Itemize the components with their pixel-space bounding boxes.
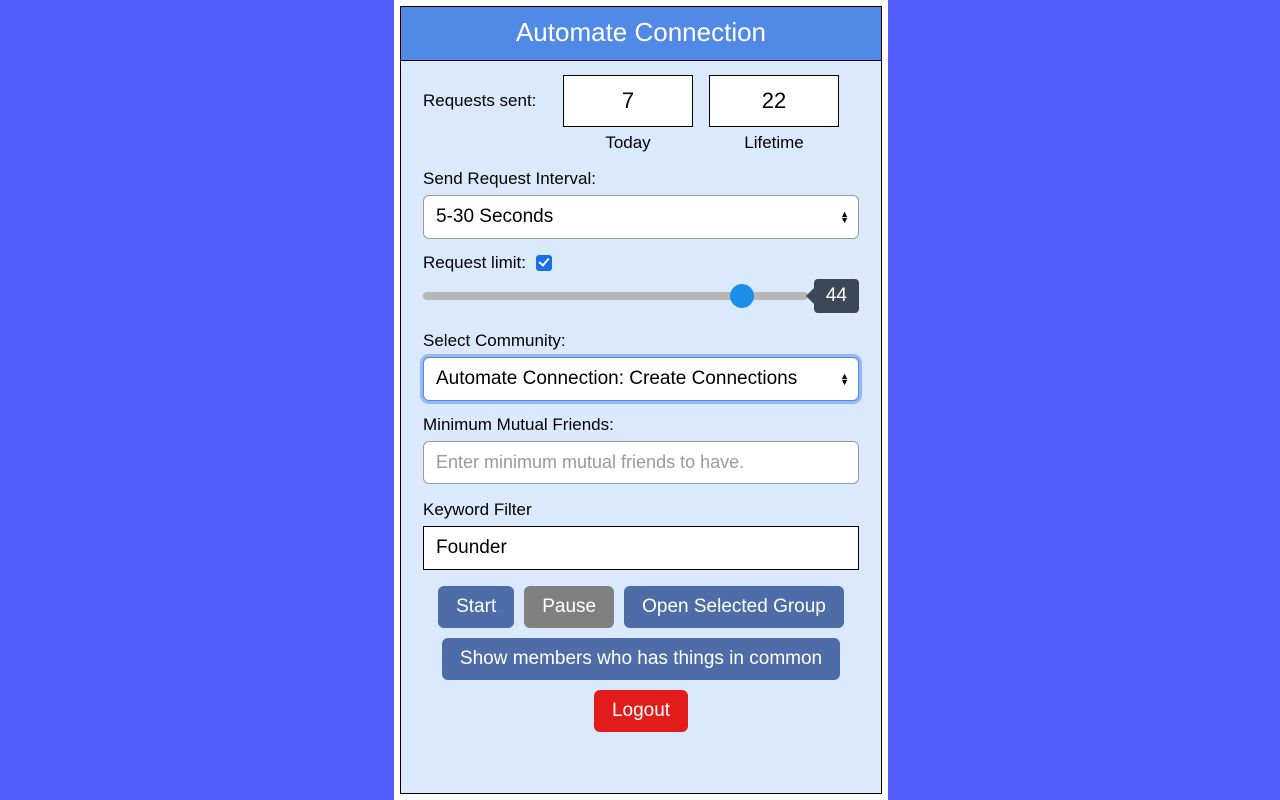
mutual-label: Minimum Mutual Friends: xyxy=(423,415,859,435)
community-select[interactable]: Automate Connection: Create Connections … xyxy=(423,357,859,401)
request-limit-row: Request limit: xyxy=(423,253,859,273)
caption-spacer xyxy=(423,133,547,153)
lifetime-caption: Lifetime xyxy=(709,133,839,153)
logout-row: Logout xyxy=(423,690,859,732)
mutual-friends-input[interactable] xyxy=(423,441,859,484)
keyword-filter-input[interactable] xyxy=(423,526,859,570)
request-limit-label: Request limit: xyxy=(423,253,526,273)
today-caption: Today xyxy=(563,133,693,153)
show-members-button[interactable]: Show members who has things in common xyxy=(442,638,840,680)
community-select-value: Automate Connection: Create Connections xyxy=(423,357,859,401)
stats-row: Requests sent: 7 22 xyxy=(423,75,859,127)
interval-label: Send Request Interval: xyxy=(423,169,859,189)
open-group-button[interactable]: Open Selected Group xyxy=(624,586,844,628)
interval-select-value: 5-30 Seconds xyxy=(423,195,859,239)
slider-thumb[interactable] xyxy=(730,284,754,308)
start-button[interactable]: Start xyxy=(438,586,514,628)
panel-title: Automate Connection xyxy=(401,7,881,61)
request-limit-slider-row: 44 xyxy=(423,279,859,313)
request-limit-checkbox[interactable] xyxy=(536,255,552,271)
main-panel: Automate Connection Requests sent: 7 22 … xyxy=(400,6,882,794)
secondary-buttons-row: Show members who has things in common xyxy=(423,638,859,680)
community-label: Select Community: xyxy=(423,331,859,351)
slider-value-tooltip: 44 xyxy=(814,279,859,313)
keyword-label: Keyword Filter xyxy=(423,500,859,520)
requests-sent-label: Requests sent: xyxy=(423,91,547,111)
logout-button[interactable]: Logout xyxy=(594,690,688,732)
stats-captions: Today Lifetime xyxy=(423,133,859,153)
lifetime-count-box: 22 xyxy=(709,75,839,127)
interval-select[interactable]: 5-30 Seconds ▲▼ xyxy=(423,195,859,239)
extension-popup: Automate Connection Requests sent: 7 22 … xyxy=(394,0,888,800)
today-count-box: 7 xyxy=(563,75,693,127)
panel-body: Requests sent: 7 22 Today Lifetime Send … xyxy=(401,61,881,793)
request-limit-slider[interactable] xyxy=(423,292,808,300)
action-buttons-row: Start Pause Open Selected Group xyxy=(423,586,859,628)
pause-button[interactable]: Pause xyxy=(524,586,614,628)
